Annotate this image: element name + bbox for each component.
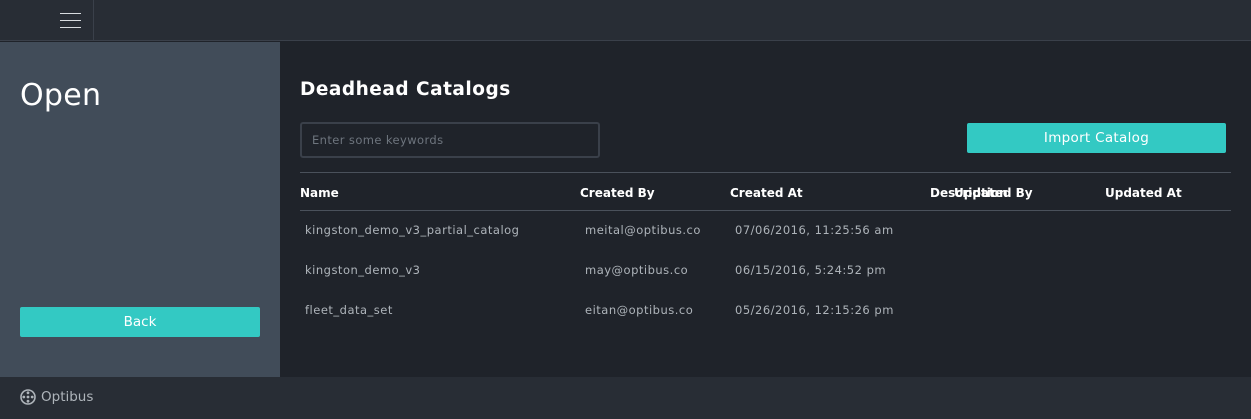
table-header: Name Created By Created At Description U… [300,173,1231,211]
cell-created-by: may@optibus.co [585,263,689,277]
column-header-updated-at[interactable]: Updated At [1105,186,1182,200]
menu-line [59,27,81,28]
cell-created-at: 05/26/2016, 12:15:26 pm [735,303,894,317]
sidebar: Open Back [0,42,280,377]
column-header-updated-by[interactable]: Updated By [954,186,1033,200]
logo-text: Optibus [41,389,94,405]
footer: Optibus [0,377,1251,419]
main-panel: Deadhead Catalogs Import Catalog Name Cr… [280,42,1251,377]
cell-created-by: eitan@optibus.co [585,303,694,317]
cell-name: fleet_data_set [305,303,393,317]
sidebar-title: Open [20,78,102,113]
column-header-created-at[interactable]: Created At [730,186,803,200]
column-header-created-by[interactable]: Created By [580,186,655,200]
cell-created-at: 07/06/2016, 11:25:56 am [735,223,894,237]
top-bar [0,0,1251,41]
hamburger-menu-icon[interactable] [47,0,94,41]
cell-name: kingston_demo_v3 [305,263,421,277]
back-button[interactable]: Back [20,307,260,337]
cell-created-at: 06/15/2016, 5:24:52 pm [735,263,887,277]
table-row[interactable]: kingston_demo_v3 may@optibus.co 06/15/20… [300,251,1231,291]
table-row[interactable]: fleet_data_set eitan@optibus.co 05/26/20… [300,291,1231,331]
menu-line [59,20,81,21]
optibus-logo: Optibus [20,389,93,405]
cell-name: kingston_demo_v3_partial_catalog [305,223,520,237]
column-header-name[interactable]: Name [300,186,339,200]
menu-line [59,13,81,14]
import-catalog-button[interactable]: Import Catalog [967,123,1226,153]
optibus-logo-icon [20,389,36,405]
table-row[interactable]: kingston_demo_v3_partial_catalog meital@… [300,211,1231,251]
search-input[interactable] [300,122,600,158]
page-title: Deadhead Catalogs [300,79,511,100]
cell-created-by: meital@optibus.co [585,223,701,237]
